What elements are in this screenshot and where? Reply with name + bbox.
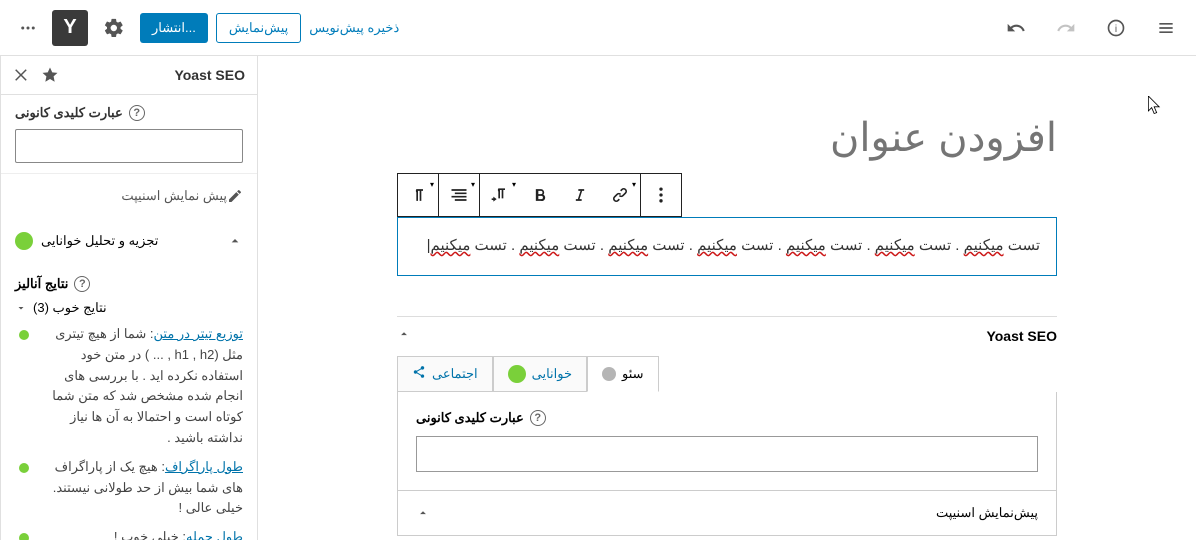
tab-social[interactable]: اجتماعی bbox=[397, 356, 493, 392]
analysis-item: طول جمله: خیلی خوب ! bbox=[1, 523, 257, 540]
seo-status-icon bbox=[602, 367, 616, 381]
publish-button[interactable]: انتشار... bbox=[140, 13, 208, 43]
footer-keyword-input[interactable] bbox=[416, 436, 1038, 472]
analysis-item: توزیع تیتر در متن: شما از هیچ تیتری مثل … bbox=[1, 320, 257, 453]
cursor-icon bbox=[1148, 96, 1162, 116]
save-draft-link[interactable]: ذخیره پیش‌نویس bbox=[309, 20, 399, 36]
preview-button[interactable]: پیش‌نمایش bbox=[216, 13, 301, 43]
align-icon[interactable]: ▾ bbox=[439, 174, 479, 216]
post-title-input[interactable] bbox=[397, 116, 1057, 161]
svg-text:i: i bbox=[1115, 24, 1117, 35]
settings-icon[interactable] bbox=[1148, 10, 1184, 46]
help-icon[interactable]: ? bbox=[129, 105, 145, 121]
analysis-item: طول پاراگراف: هیچ یک از پاراگراف های شما… bbox=[1, 453, 257, 523]
star-icon[interactable] bbox=[41, 66, 59, 84]
readability-status-icon bbox=[508, 365, 526, 383]
tab-seo[interactable]: سئو bbox=[587, 356, 659, 392]
link-icon[interactable]: ▾ bbox=[600, 174, 640, 216]
editor-toolbar: i Y انتشار... پیش‌نمایش ذخیره پیش‌نویس bbox=[0, 0, 1196, 56]
help-icon[interactable]: ? bbox=[530, 410, 546, 426]
paragraph-block[interactable]: تست میکنیم . تست میکنیم . تست میکنیم . ت… bbox=[397, 217, 1057, 276]
yoast-tabs: سئو خوانایی اجتماعی bbox=[397, 356, 1057, 392]
yoast-sidebar: Yoast SEO ? عبارت کلیدی کانونی پیش نمایش… bbox=[0, 56, 258, 540]
paragraph-icon[interactable]: ▾ bbox=[398, 174, 438, 216]
help-icon[interactable]: ? bbox=[74, 276, 90, 292]
more-icon[interactable] bbox=[12, 12, 44, 44]
gear-icon[interactable] bbox=[96, 10, 132, 46]
editor-canvas: ▾ ▾ ▾ ▾ تست میکنیم . تست میکنیم . تست می… bbox=[258, 56, 1196, 540]
good-results-toggle[interactable]: نتایج خوب (3) bbox=[1, 296, 257, 320]
collapse-icon[interactable] bbox=[397, 327, 411, 346]
text-dir-icon[interactable]: ▾ bbox=[480, 174, 520, 216]
share-icon bbox=[412, 365, 426, 382]
yoast-icon[interactable]: Y bbox=[52, 10, 88, 46]
good-status-icon bbox=[15, 232, 33, 250]
sidebar-title: Yoast SEO bbox=[174, 67, 245, 83]
tab-readability[interactable]: خوانایی bbox=[493, 356, 587, 392]
edit-snippet-button[interactable]: پیش نمایش اسنیپت bbox=[1, 174, 257, 218]
bold-icon[interactable] bbox=[520, 174, 560, 216]
italic-icon[interactable] bbox=[560, 174, 600, 216]
close-icon[interactable] bbox=[13, 66, 31, 84]
readability-toggle[interactable]: تجزیه و تحلیل خوانایی bbox=[1, 218, 257, 264]
footer-snippet-toggle[interactable]: پیش‌نمایش اسنیپت bbox=[397, 491, 1057, 536]
undo-icon[interactable] bbox=[998, 10, 1034, 46]
redo-icon[interactable] bbox=[1048, 10, 1084, 46]
keyword-input[interactable] bbox=[15, 129, 243, 163]
block-more-icon[interactable] bbox=[641, 174, 681, 216]
yoast-metabox: Yoast SEO سئو خوانایی اجتماعی bbox=[397, 316, 1057, 540]
block-toolbar: ▾ ▾ ▾ ▾ bbox=[397, 173, 682, 217]
keyword-label: عبارت کلیدی کانونی bbox=[15, 105, 123, 121]
info-icon[interactable]: i bbox=[1098, 10, 1134, 46]
